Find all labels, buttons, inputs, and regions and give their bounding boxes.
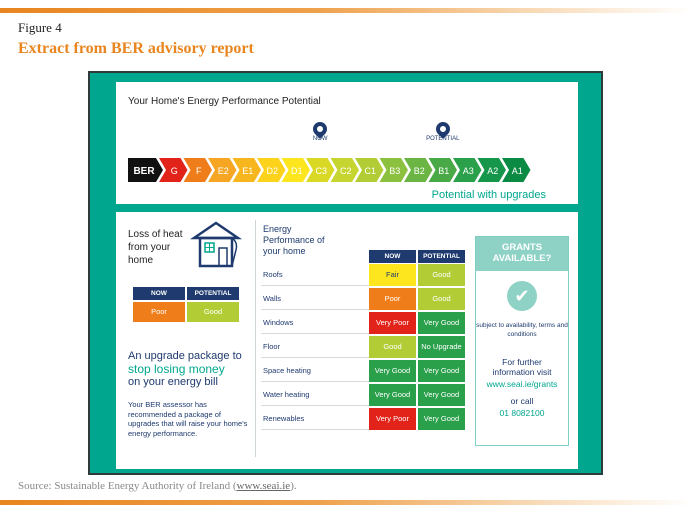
potential-footer: Potential with upgrades bbox=[431, 189, 546, 201]
performance-now-header: NOW bbox=[369, 250, 416, 263]
ber-band-label: B3 bbox=[389, 166, 400, 176]
performance-row: Roofs Fair Good bbox=[261, 264, 467, 286]
performance-now-cell: Poor bbox=[369, 288, 416, 310]
top-accent-bar bbox=[0, 8, 693, 13]
heat-loss-potential-header: POTENTIAL bbox=[187, 287, 239, 300]
heat-loss-label: Loss of heat from your home bbox=[128, 229, 183, 266]
ber-band-label: A3 bbox=[463, 166, 474, 176]
upgrade-heading-line3: on your energy bill bbox=[128, 376, 218, 388]
ber-band-label: B2 bbox=[414, 166, 425, 176]
figure-label: Figure 4 bbox=[18, 20, 62, 35]
ber-band-label: E2 bbox=[218, 166, 229, 176]
ber-scale-svg: BER G F E2 E1 D2 D1 C3 C2 C1 B3 B2 B1 A3 A2 A1 bbox=[128, 158, 531, 182]
ber-report-frame: Your Home's Energy Performance Potential… bbox=[88, 71, 603, 475]
ber-band-label: D1 bbox=[291, 166, 303, 176]
energy-potential-panel: Your Home's Energy Performance Potential… bbox=[116, 82, 578, 204]
performance-potential-cell: Very Good bbox=[418, 408, 465, 430]
potential-marker: POTENTIAL bbox=[423, 119, 463, 142]
ber-band-label: A1 bbox=[512, 166, 523, 176]
now-marker: NOW bbox=[300, 119, 340, 142]
grants-phone[interactable]: 01 8082100 bbox=[476, 408, 568, 418]
grants-info-line1: For further bbox=[502, 357, 542, 367]
ber-band-label: A2 bbox=[487, 166, 498, 176]
ber-band-label: F bbox=[196, 166, 202, 176]
heat-loss-potential-value: Good bbox=[187, 302, 239, 322]
source-link[interactable]: www.seai.ie bbox=[237, 480, 291, 492]
ber-band-label: C1 bbox=[364, 166, 376, 176]
details-panel: Loss of heat from your home NOW POTENTIA… bbox=[116, 212, 578, 469]
ber-band-label: D2 bbox=[266, 166, 278, 176]
source-note: Source: Sustainable Energy Authority of … bbox=[18, 480, 297, 492]
performance-row-label: Space heating bbox=[261, 360, 369, 382]
grants-heading-line2: AVAILABLE? bbox=[492, 253, 552, 264]
grants-box: GRANTS AVAILABLE? ✔ subject to availabil… bbox=[475, 236, 569, 446]
heat-loss-now-header: NOW bbox=[133, 287, 185, 300]
grants-availability: subject to availability, terms and condi… bbox=[476, 322, 568, 338]
performance-potential-cell: Good bbox=[418, 288, 465, 310]
performance-now-cell: Very Poor bbox=[369, 312, 416, 334]
performance-now-cell: Very Good bbox=[369, 360, 416, 382]
ber-rating-scale: BER G F E2 E1 D2 D1 C3 C2 C1 B3 B2 B1 A3 A2 A1 bbox=[128, 157, 568, 188]
grants-heading-line1: GRANTS bbox=[501, 242, 543, 253]
performance-now-cell: Good bbox=[369, 336, 416, 358]
performance-now-cell: Very Good bbox=[369, 384, 416, 406]
grants-info-line2: information visit bbox=[492, 367, 552, 377]
performance-row: Water heating Very Good Very Good bbox=[261, 384, 467, 406]
house-icon bbox=[188, 220, 244, 275]
figure-title: Extract from BER advisory report bbox=[18, 40, 254, 57]
performance-row: Space heating Very Good Very Good bbox=[261, 360, 467, 382]
performance-row-label: Floor bbox=[261, 336, 369, 358]
ber-band-label: C3 bbox=[315, 166, 327, 176]
performance-potential-cell: Good bbox=[418, 264, 465, 286]
grants-or-call: or call bbox=[510, 396, 534, 406]
source-suffix: ). bbox=[290, 480, 297, 492]
performance-now-cell: Fair bbox=[369, 264, 416, 286]
performance-row-label: Renewables bbox=[261, 408, 369, 430]
source-prefix: Source: Sustainable Energy Authority of … bbox=[18, 480, 237, 492]
performance-potential-cell: Very Good bbox=[418, 360, 465, 382]
ber-label: BER bbox=[133, 166, 155, 177]
performance-row: Renewables Very Poor Very Good bbox=[261, 408, 467, 430]
check-icon: ✔ bbox=[507, 281, 537, 311]
performance-now-cell: Very Poor bbox=[369, 408, 416, 430]
performance-row-label: Water heating bbox=[261, 384, 369, 406]
grants-heading: GRANTS AVAILABLE? bbox=[476, 237, 568, 271]
performance-title-line1: Energy bbox=[263, 224, 292, 234]
grants-info: For further information visit bbox=[476, 357, 568, 377]
heat-loss-now-value: Poor bbox=[133, 302, 185, 322]
performance-potential-cell: Very Good bbox=[418, 312, 465, 334]
ber-band-label: E1 bbox=[242, 166, 253, 176]
performance-row: Walls Poor Good bbox=[261, 288, 467, 310]
ber-band-label: G bbox=[171, 166, 178, 176]
performance-table: NOW POTENTIAL Roofs Fair Good Walls Poor Good… bbox=[261, 250, 467, 432]
upgrade-body: Your BER assessor has recommended a pack… bbox=[128, 400, 248, 438]
upgrade-heading-line2: stop losing money bbox=[128, 362, 225, 376]
performance-row-label: Walls bbox=[261, 288, 369, 310]
ber-band-label: C2 bbox=[340, 166, 352, 176]
performance-row: Windows Very Poor Very Good bbox=[261, 312, 467, 334]
heat-loss-table: NOW POTENTIAL Poor Good bbox=[133, 287, 241, 322]
potential-panel-title: Your Home's Energy Performance Potential bbox=[128, 96, 321, 107]
column-divider bbox=[255, 220, 256, 457]
grants-url-link[interactable]: www.seai.ie/grants bbox=[476, 379, 568, 389]
performance-row: Floor Good No Upgrade bbox=[261, 336, 467, 358]
performance-potential-header: POTENTIAL bbox=[418, 250, 465, 263]
performance-row-label: Windows bbox=[261, 312, 369, 334]
bottom-accent-bar bbox=[0, 500, 693, 505]
performance-title-line2: Performance of bbox=[263, 235, 325, 245]
performance-row-label: Roofs bbox=[261, 264, 369, 286]
performance-potential-cell: Very Good bbox=[418, 384, 465, 406]
performance-potential-cell: No Upgrade bbox=[418, 336, 465, 358]
ber-band-label: B1 bbox=[438, 166, 449, 176]
upgrade-heading: An upgrade package to stop losing money … bbox=[128, 350, 258, 389]
